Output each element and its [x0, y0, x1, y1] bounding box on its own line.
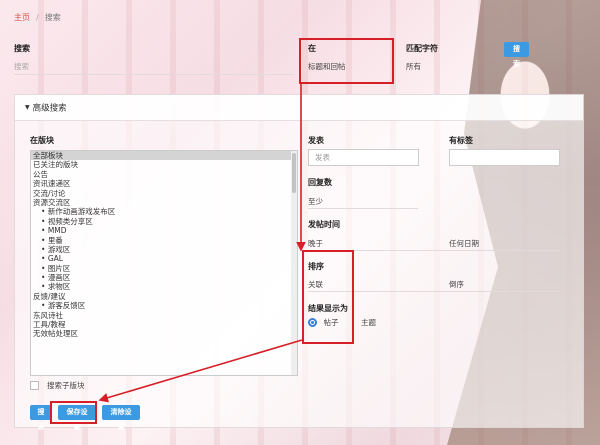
- bullet-icon: •: [41, 244, 48, 254]
- display-posts-radio[interactable]: [308, 318, 317, 327]
- forum-list-scrollbar[interactable]: [291, 151, 297, 375]
- poster-label: 发表: [308, 136, 324, 145]
- replies-label: 回复数: [308, 178, 332, 187]
- forum-option[interactable]: 东风诗社: [31, 311, 297, 320]
- bullet-icon: •: [41, 282, 48, 292]
- display-posts-label: 帖子: [323, 318, 339, 327]
- forum-option[interactable]: 无效帖处理区: [31, 329, 297, 338]
- forum-option-label: 游戏区: [47, 244, 71, 254]
- tags-label: 有标签: [449, 136, 473, 145]
- forum-option[interactable]: • 里番: [31, 236, 297, 245]
- match-label: 匹配字符: [406, 44, 438, 53]
- bullet-icon: •: [41, 301, 48, 311]
- forum-option-label: 视频类分享区: [47, 216, 93, 226]
- forum-option-label: 里番: [47, 235, 63, 245]
- bullet-icon: •: [41, 263, 48, 273]
- clear-settings-button[interactable]: 清除设置: [102, 405, 140, 431]
- save-settings-button[interactable]: 保存设置: [58, 405, 96, 431]
- search-children-checkbox[interactable]: [30, 381, 39, 390]
- forum-option[interactable]: • GAL: [31, 254, 297, 263]
- search-underline: [14, 74, 294, 75]
- advanced-search-title: 高级搜索: [32, 103, 67, 114]
- caret-down-icon: ▼: [25, 104, 30, 111]
- match-select[interactable]: 所有: [406, 61, 421, 72]
- breadcrumb-home-link[interactable]: 主页: [14, 13, 30, 22]
- sort-by-select[interactable]: 关联: [308, 279, 323, 290]
- replies-select[interactable]: 至少: [308, 196, 323, 207]
- forum-option-label: 新作动画游戏发布区: [47, 207, 116, 217]
- post-time-date-select[interactable]: 任何日期: [449, 238, 479, 249]
- search-children-row: 搜索子版块: [30, 380, 85, 391]
- sort-underline: [308, 291, 560, 292]
- forum-option[interactable]: • 图片区: [31, 264, 297, 273]
- forum-option-label: GAL: [47, 254, 63, 264]
- forum-option-label: MMD: [47, 226, 67, 236]
- bullet-icon: •: [41, 216, 48, 226]
- display-label: 结果显示为: [308, 304, 348, 313]
- search-in-select[interactable]: 标题和回帖: [308, 61, 346, 72]
- poster-input[interactable]: 发表: [308, 149, 419, 166]
- bullet-icon: •: [41, 207, 48, 217]
- sort-order-select[interactable]: 倒序: [449, 279, 464, 290]
- forum-option[interactable]: 资源交流区: [31, 198, 297, 207]
- tags-input[interactable]: [449, 149, 560, 166]
- post-time-underline: [308, 250, 560, 251]
- bullet-icon: •: [41, 235, 48, 245]
- display-topics-label: 主题: [361, 318, 376, 327]
- display-posts-option[interactable]: 帖子: [308, 317, 339, 328]
- forums-label: 在版块: [30, 136, 54, 145]
- forum-option-label: 游客反馈区: [47, 301, 86, 311]
- quick-search-row: 搜索 搜索 在 标题和回帖 匹配字符 所有 搜索: [0, 40, 600, 80]
- search-children-label: 搜索子版块: [47, 381, 85, 390]
- forum-option-label: 漫画区: [47, 273, 71, 283]
- advanced-search-panel: ▼ 高级搜索 在版块 全部板块 已关注的版块 公告 资讯速递区 交流/讨论 资源交流区 • 新…: [14, 94, 584, 431]
- advanced-search-header[interactable]: ▼ 高级搜索: [15, 95, 583, 121]
- scrollbar-thumb[interactable]: [292, 153, 296, 193]
- post-time-select[interactable]: 晚于: [308, 238, 323, 249]
- forum-option[interactable]: • 视频类分享区: [31, 217, 297, 226]
- forum-option[interactable]: • 漫画区: [31, 273, 297, 282]
- forum-option[interactable]: 公告: [31, 170, 297, 179]
- forum-option[interactable]: 全部板块: [31, 151, 297, 161]
- forum-multiselect[interactable]: 全部板块 已关注的版块 公告 资讯速递区 交流/讨论 资源交流区 • 新作动画游戏发布区 • …: [30, 150, 298, 376]
- forum-option[interactable]: 资讯速递区: [31, 179, 297, 188]
- forum-option[interactable]: • 游客反馈区: [31, 301, 297, 310]
- quick-search-button[interactable]: 搜索: [504, 42, 529, 68]
- advanced-search-button[interactable]: 搜索: [30, 405, 52, 431]
- replies-underline: [308, 208, 418, 209]
- sort-label: 排序: [308, 262, 324, 271]
- forum-option[interactable]: • 新作动画游戏发布区: [31, 207, 297, 216]
- search-input[interactable]: 搜索: [14, 61, 29, 72]
- forum-option[interactable]: 已关注的版块: [31, 160, 297, 169]
- post-time-label: 发帖时间: [308, 220, 340, 229]
- breadcrumb-current: 搜索: [44, 13, 61, 22]
- bullet-icon: •: [41, 273, 48, 283]
- forum-option-label: 求物区: [47, 282, 71, 292]
- search-label: 搜索: [14, 44, 30, 53]
- forum-option[interactable]: 工具/教程: [31, 320, 297, 329]
- display-topics-option[interactable]: 主题: [361, 317, 376, 328]
- forum-option[interactable]: • MMD: [31, 226, 297, 235]
- forum-option[interactable]: 交流/讨论: [31, 189, 297, 198]
- breadcrumb: 主页 / 搜索: [14, 12, 61, 23]
- search-in-label: 在: [308, 44, 316, 53]
- bullet-icon: •: [41, 254, 48, 264]
- forum-option[interactable]: 反馈/建议: [31, 292, 297, 301]
- bullet-icon: •: [41, 226, 48, 236]
- forum-option[interactable]: • 求物区: [31, 282, 297, 291]
- forum-option-label: 图片区: [47, 263, 71, 273]
- breadcrumb-separator: /: [36, 13, 39, 22]
- forum-option[interactable]: • 游戏区: [31, 245, 297, 254]
